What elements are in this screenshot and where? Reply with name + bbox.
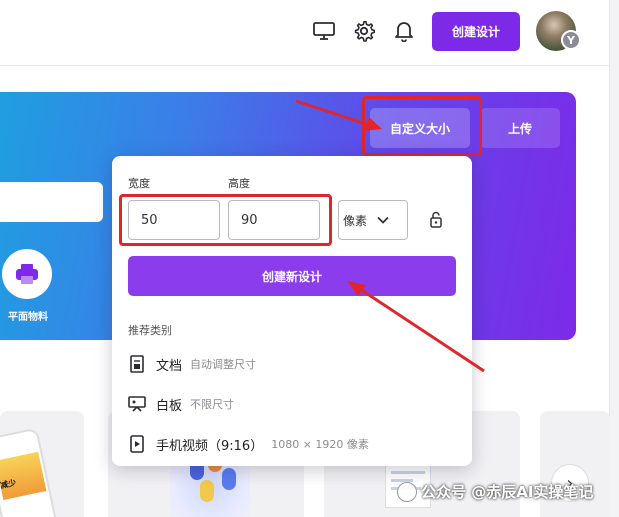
create-design-button[interactable]: 创建设计 [432,12,520,51]
desktop-icon[interactable] [312,19,336,43]
avatar-badge: Y [561,30,581,50]
search-input[interactable] [0,182,103,222]
video-icon [128,434,146,454]
top-bar: 创建设计 Y [0,0,609,66]
create-new-design-button[interactable]: 创建新设计 [128,256,456,296]
category-label: 白板 [156,398,183,414]
lock-icon[interactable] [427,209,445,229]
scrollbar[interactable] [609,0,619,517]
watermark-text: 公众号 @赤辰AI实操笔记 [421,483,594,501]
category-item-document[interactable]: 文档 自动调整尺寸 [128,354,256,374]
unit-select-value: 像素 [343,213,368,228]
bell-icon[interactable] [392,19,416,43]
annotation-box-custom-size [362,96,482,156]
category-sublabel: 不限尺寸 [190,398,235,411]
chevron-down-icon [377,216,389,224]
wechat-logo-icon [397,481,417,502]
category-item-whiteboard[interactable]: 白板 不限尺寸 [128,394,234,414]
height-label: 高度 [228,177,250,190]
category-sublabel: 1080 × 1920 像素 [271,438,369,451]
whiteboard-icon [128,394,146,414]
watermark: 公众号 @赤辰AI实操笔记 [397,481,593,502]
print-category-button[interactable] [2,249,52,299]
gear-icon[interactable] [352,19,376,43]
width-label: 宽度 [128,177,150,190]
annotation-box-size-fields [119,194,332,246]
category-sublabel: 自动调整尺寸 [190,358,257,371]
category-label: 手机视频（9:16） [156,438,264,454]
document-icon [128,354,146,374]
category-label: 文档 [156,358,183,374]
canva-home: 创建设计 Y 自定义大小 上传 平面物料 减少 › 宽度 高度 50 90 像素… [0,0,619,517]
recommended-categories-title: 推荐类别 [128,324,172,337]
printer-icon [16,264,38,284]
tab-upload[interactable]: 上传 [480,108,560,148]
print-category-label: 平面物料 [8,312,48,323]
category-item-mobile-video[interactable]: 手机视频（9:16） 1080 × 1920 像素 [128,434,369,454]
unit-select[interactable]: 像素 [338,200,408,240]
